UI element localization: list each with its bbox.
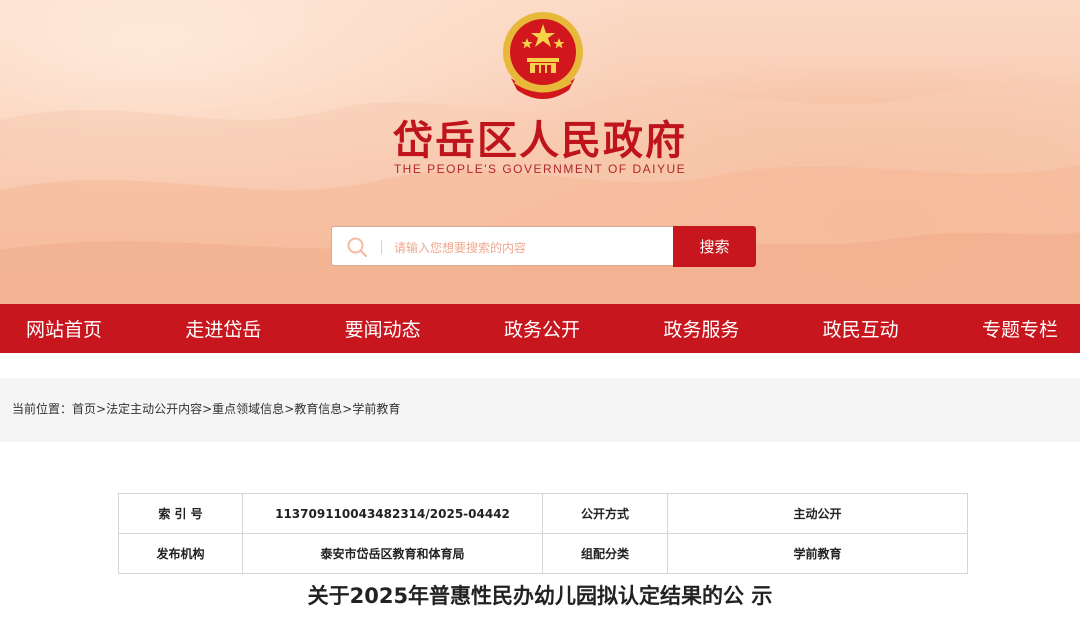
nav-item-open-government[interactable]: 政务公开 bbox=[504, 315, 580, 342]
breadcrumb-prefix: 当前位置： bbox=[12, 402, 73, 416]
index-value: 113709110043482314/2025-04442 bbox=[242, 493, 543, 534]
method-value: 主动公开 bbox=[667, 493, 968, 534]
breadcrumb-link-home[interactable]: 首页 bbox=[72, 402, 96, 416]
breadcrumb-link-statutory[interactable]: 法定主动公开内容 bbox=[106, 402, 202, 416]
header-banner: 岱岳区人民政府 THE PEOPLE'S GOVERNMENT OF DAIYU… bbox=[0, 0, 1080, 304]
search-button[interactable]: 搜索 bbox=[673, 226, 756, 267]
site-title: 岱岳区人民政府 bbox=[393, 118, 687, 164]
org-label: 发布机构 bbox=[118, 533, 243, 574]
search-icon bbox=[347, 237, 368, 258]
breadcrumb-separator: > bbox=[96, 402, 107, 416]
org-value: 泰安市岱岳区教育和体育局 bbox=[242, 533, 543, 574]
site-subtitle: THE PEOPLE'S GOVERNMENT OF DAIYUE bbox=[393, 162, 687, 176]
category-value: 学前教育 bbox=[667, 533, 968, 574]
nav-item-services[interactable]: 政务服务 bbox=[663, 315, 739, 342]
breadcrumb-link-key-areas[interactable]: 重点领域信息 bbox=[212, 402, 284, 416]
breadcrumb-link-education[interactable]: 教育信息 bbox=[294, 402, 342, 416]
index-label: 索 引 号 bbox=[118, 493, 243, 534]
breadcrumb-link-preschool[interactable]: 学前教育 bbox=[352, 402, 400, 416]
breadcrumb-separator: > bbox=[202, 402, 213, 416]
breadcrumb-separator: > bbox=[342, 402, 353, 416]
nav-item-topics[interactable]: 专题专栏 bbox=[982, 315, 1058, 342]
method-label: 公开方式 bbox=[542, 493, 668, 534]
main-nav: 网站首页 走进岱岳 要闻动态 政务公开 政务服务 政民互动 专题专栏 bbox=[0, 304, 1080, 353]
nav-item-interaction[interactable]: 政民互动 bbox=[823, 315, 899, 342]
breadcrumb: 当前位置：首页>法定主动公开内容>重点领域信息>教育信息>学前教育 bbox=[12, 400, 400, 417]
national-emblem-icon bbox=[503, 12, 583, 99]
table-row: 发布机构 泰安市岱岳区教育和体育局 组配分类 学前教育 bbox=[118, 533, 968, 574]
breadcrumb-separator: > bbox=[284, 402, 295, 416]
search-separator bbox=[381, 240, 382, 254]
nav-item-home[interactable]: 网站首页 bbox=[26, 315, 102, 342]
search-input[interactable] bbox=[392, 235, 666, 261]
table-row: 索 引 号 113709110043482314/2025-04442 公开方式… bbox=[118, 493, 968, 534]
document-info-table: 索 引 号 113709110043482314/2025-04442 公开方式… bbox=[118, 493, 968, 574]
nav-item-news[interactable]: 要闻动态 bbox=[345, 315, 421, 342]
search-box bbox=[331, 226, 673, 266]
breadcrumb-bar: 当前位置：首页>法定主动公开内容>重点领域信息>教育信息>学前教育 bbox=[0, 378, 1080, 442]
nav-item-about[interactable]: 走进岱岳 bbox=[185, 315, 261, 342]
document-title: 关于2025年普惠性民办幼儿园拟认定结果的公 示 bbox=[307, 584, 773, 608]
category-label: 组配分类 bbox=[542, 533, 668, 574]
